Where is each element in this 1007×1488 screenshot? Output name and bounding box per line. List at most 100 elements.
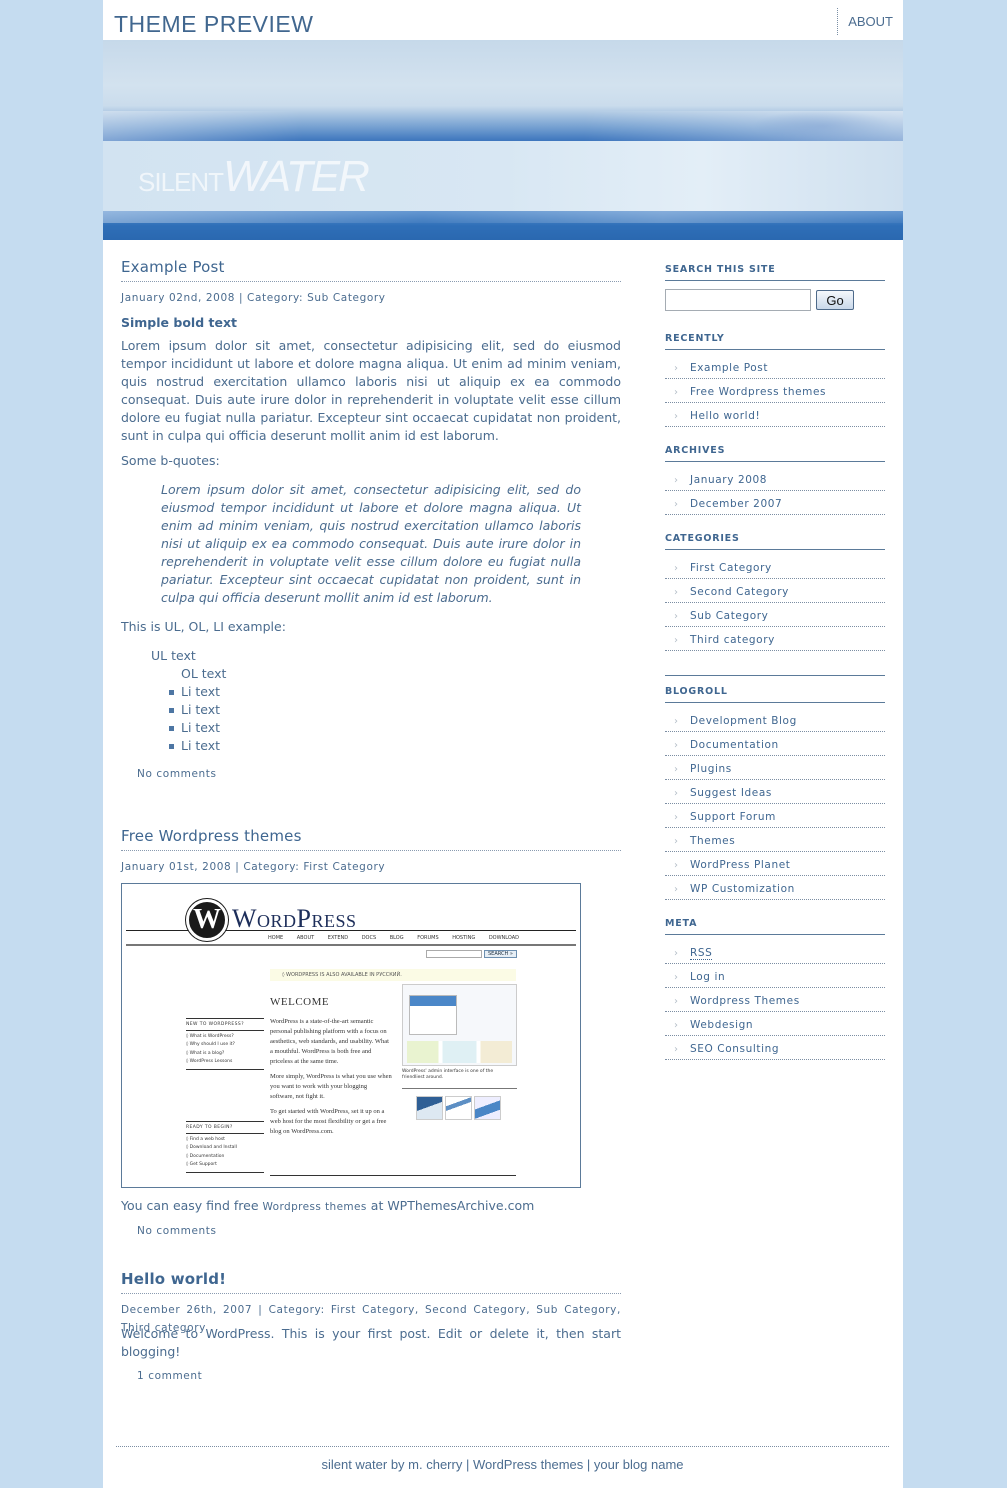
categories-list: › First Category › Second Category › Sub Ca…	[665, 555, 885, 651]
sidebar-link[interactable]: SEO Consulting	[690, 1043, 779, 1055]
sidebar-link[interactable]: WP Customization	[690, 883, 795, 895]
footer-wordpress-themes-link[interactable]: WordPress themes	[473, 1457, 583, 1472]
screenshot-search-button: SEARCH »	[484, 950, 517, 958]
comments-link[interactable]: 1 comment	[137, 1370, 202, 1382]
widget-recently: RECENTLY › Example Post › Free Wordpress t…	[665, 333, 885, 427]
sidebar-link[interactable]: First Category	[690, 562, 772, 574]
chevron-right-icon: ›	[674, 860, 679, 871]
chevron-right-icon: ›	[674, 812, 679, 823]
category-link[interactable]: Second Category	[425, 1304, 526, 1316]
sidebar-item[interactable]: › RSS	[665, 940, 885, 964]
screenshot-rule	[270, 1175, 516, 1176]
sidebar-link[interactable]: Support Forum	[690, 811, 776, 823]
search-input[interactable]	[665, 289, 811, 311]
post-date: January 02nd, 2008	[121, 292, 236, 304]
wordpress-themes-link[interactable]: Wordpress themes	[263, 1201, 367, 1213]
sidebar-item[interactable]: › Example Post	[665, 355, 885, 379]
chevron-right-icon: ›	[674, 387, 679, 398]
screenshot-nav-item: ABOUT	[296, 935, 315, 941]
sidebar-item[interactable]: › Development Blog	[665, 708, 885, 732]
list-item: Li text	[121, 683, 621, 701]
sidebar-item[interactable]: › WP Customization	[665, 876, 885, 900]
category-label: Category:	[243, 861, 300, 873]
sidebar-link[interactable]: Themes	[690, 835, 735, 847]
sidebar-item[interactable]: › Wordpress Themes	[665, 988, 885, 1012]
sidebar-link[interactable]: Hello world!	[690, 410, 760, 422]
chevron-right-icon: ›	[674, 948, 679, 959]
sidebar-item[interactable]: › Hello world!	[665, 403, 885, 427]
sidebar-item[interactable]: › Documentation	[665, 732, 885, 756]
screenshot-search-box	[426, 950, 482, 958]
sidebar-item[interactable]: › Free Wordpress themes	[665, 379, 885, 403]
chevron-right-icon: ›	[674, 788, 679, 799]
sidebar-item[interactable]: › SEO Consulting	[665, 1036, 885, 1060]
screenshot-thumb	[474, 1096, 501, 1120]
sidebar-link[interactable]: Plugins	[690, 763, 732, 775]
sidebar-item[interactable]: › Third category	[665, 627, 885, 651]
sidebar-item[interactable]: › Plugins	[665, 756, 885, 780]
header-banner: SILENTWATER	[103, 40, 903, 240]
category-link[interactable]: First Category	[331, 1304, 415, 1316]
sidebar-item[interactable]: › Log in	[665, 964, 885, 988]
site-logo[interactable]: SILENTWATER	[138, 152, 370, 202]
post-title[interactable]: Example Post	[121, 258, 621, 282]
comments-link[interactable]: No comments	[137, 1225, 217, 1237]
site-title[interactable]: THEME PREVIEW	[114, 11, 313, 38]
sidebar-item[interactable]: › Suggest Ideas	[665, 780, 885, 804]
sidebar-item[interactable]: › WordPress Planet	[665, 852, 885, 876]
footer-separator: |	[465, 1457, 470, 1472]
sidebar-link[interactable]: Free Wordpress themes	[690, 386, 826, 398]
footer-credit-link[interactable]: silent water by m. cherry	[321, 1457, 462, 1472]
category-link[interactable]: Sub Category	[536, 1304, 617, 1316]
footer-blog-name-link[interactable]: your blog name	[594, 1457, 684, 1472]
category-link[interactable]: First Category	[303, 861, 385, 873]
sidebar-link[interactable]: Wordpress Themes	[690, 995, 800, 1007]
sidebar-link[interactable]: Sub Category	[690, 610, 769, 622]
logo-silent: SILENT	[138, 167, 224, 197]
sidebar-link[interactable]: Webdesign	[690, 1019, 753, 1031]
screenshot-side-item: ◊ WordPress Lessons	[186, 1059, 233, 1064]
sidebar-link[interactable]: Development Blog	[690, 715, 797, 727]
screenshot-body: WordPress is a state-of-the-art semantic…	[270, 1017, 392, 1142]
post-title[interactable]: Hello world!	[121, 1270, 621, 1294]
sidebar-link[interactable]: Suggest Ideas	[690, 787, 772, 799]
sidebar-item[interactable]: › Webdesign	[665, 1012, 885, 1036]
chevron-right-icon: ›	[674, 836, 679, 847]
sidebar-item[interactable]: › Second Category	[665, 579, 885, 603]
sidebar-link[interactable]: January 2008	[690, 474, 767, 486]
sidebar-link[interactable]: Third category	[690, 634, 775, 646]
sidebar-link[interactable]: Second Category	[690, 586, 789, 598]
category-label: Category:	[247, 292, 304, 304]
sidebar-link[interactable]: Documentation	[690, 739, 779, 751]
screenshot-nav-item: HOME	[268, 935, 284, 941]
sidebar-link[interactable]: December 2007	[690, 498, 782, 510]
category-link[interactable]: Sub Category	[307, 292, 386, 304]
comments-link[interactable]: No comments	[137, 768, 217, 780]
search-go-button[interactable]: Go	[816, 290, 854, 310]
sidebar-link[interactable]: WordPress Planet	[690, 859, 790, 871]
widget-meta: META › RSS › Log in › Wordpress Themes › Web…	[665, 918, 885, 1060]
post-title[interactable]: Free Wordpress themes	[121, 827, 621, 851]
nav-about-link[interactable]: ABOUT	[837, 8, 903, 35]
sidebar-item[interactable]: › Sub Category	[665, 603, 885, 627]
sidebar-item[interactable]: › First Category	[665, 555, 885, 579]
chevron-right-icon: ›	[674, 499, 679, 510]
archives-list: › January 2008 › December 2007	[665, 467, 885, 515]
sidebar-item[interactable]: › Support Forum	[665, 804, 885, 828]
post-date: January 01st, 2008	[121, 861, 232, 873]
screenshot-side-item: ◊ Why should I use it?	[186, 1042, 235, 1047]
sidebar-link[interactable]: Example Post	[690, 362, 768, 374]
sidebar-item[interactable]: › Themes	[665, 828, 885, 852]
post-example: Example Post January 02nd, 2008 | Catego…	[121, 258, 621, 781]
chevron-right-icon: ›	[674, 764, 679, 775]
screenshot-side-item: ◊ Get Support	[186, 1162, 217, 1167]
screenshot-side-item: ◊ What is a blog?	[186, 1050, 225, 1056]
widget-title: SEARCH THIS SITE	[665, 264, 885, 281]
sidebar-item[interactable]: › December 2007	[665, 491, 885, 515]
rss-link[interactable]: RSS	[690, 947, 713, 960]
sidebar-item[interactable]: › January 2008	[665, 467, 885, 491]
list-item: Li text	[121, 701, 621, 719]
chevron-right-icon: ›	[674, 635, 679, 646]
screenshot-rule	[126, 944, 576, 946]
login-link[interactable]: Log in	[690, 971, 725, 983]
